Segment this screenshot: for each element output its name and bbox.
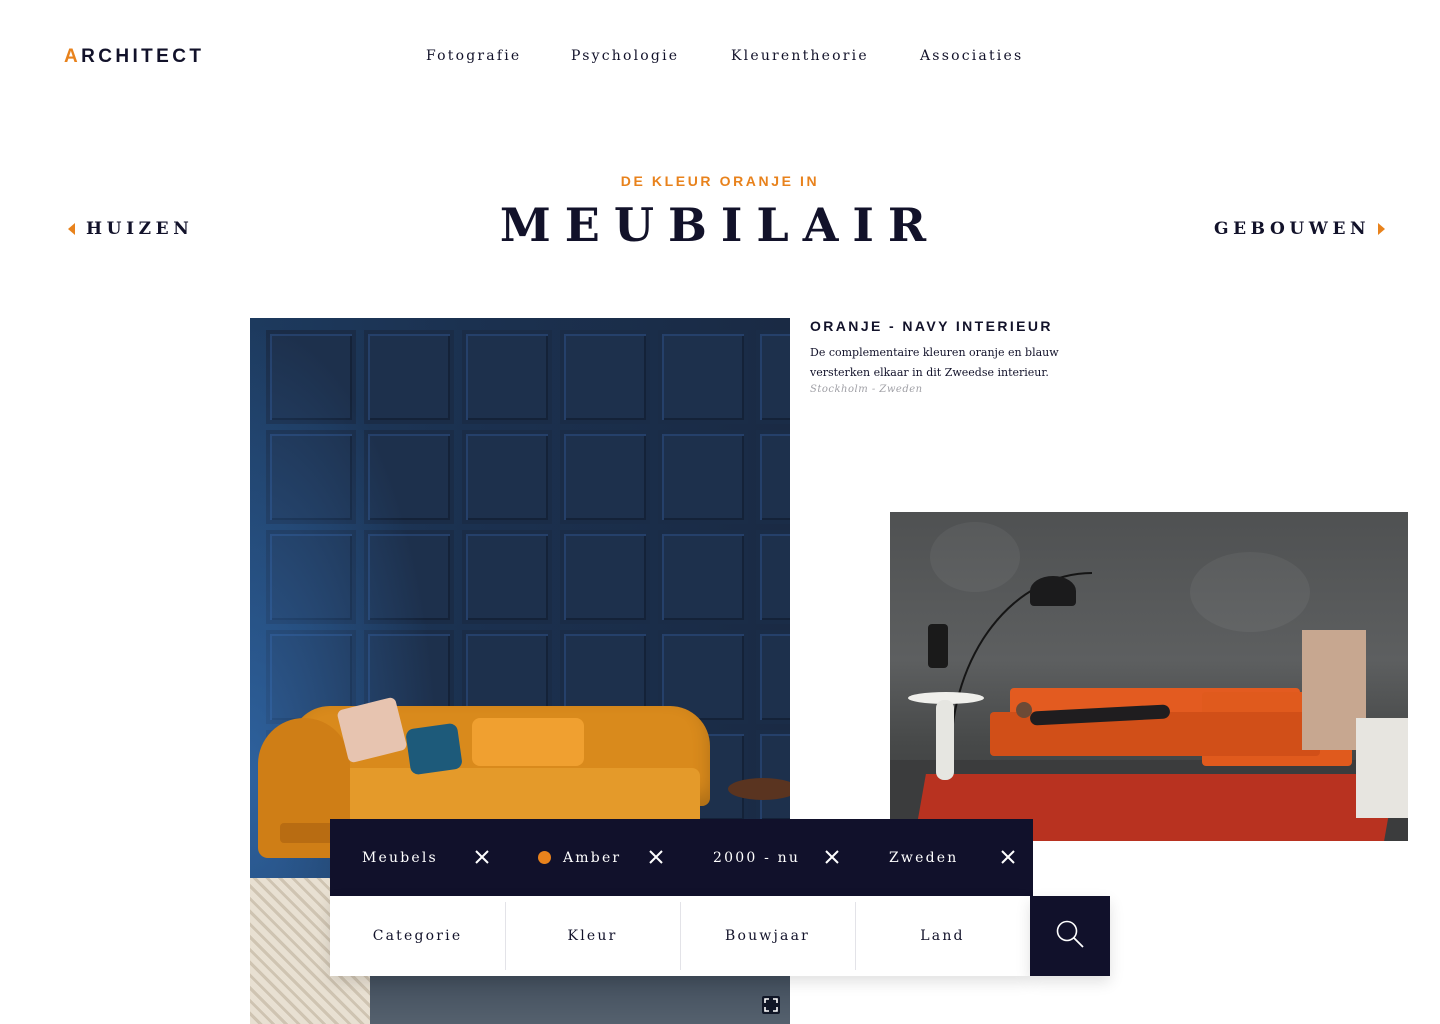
pillow	[405, 722, 463, 776]
wall-panel	[564, 334, 646, 420]
pillow	[472, 718, 584, 766]
chevron-right-icon[interactable]	[1378, 223, 1385, 235]
vase	[928, 624, 948, 668]
close-icon[interactable]	[474, 849, 490, 865]
wall-panel	[466, 334, 548, 420]
secondary-photo[interactable]	[890, 512, 1408, 841]
search-button[interactable]	[1030, 896, 1110, 976]
photo-caption-title: ORANJE - NAVY INTERIEUR	[810, 318, 1053, 334]
year-select[interactable]: Bouwjaar	[680, 896, 855, 976]
prev-category-link[interactable]: HUIZEN	[86, 219, 193, 239]
close-icon[interactable]	[824, 849, 840, 865]
wall-panel	[760, 734, 790, 820]
country-select[interactable]: Land	[855, 896, 1030, 976]
close-icon[interactable]	[1000, 849, 1016, 865]
nav-item-psychologie[interactable]: Psychologie	[571, 48, 679, 64]
wall-texture	[930, 522, 1020, 592]
wall-panel	[466, 434, 548, 520]
wall-panel	[662, 334, 744, 420]
filter-chip-year: 2000 - nu	[713, 819, 800, 896]
filter-chip-label: Zweden	[889, 849, 959, 866]
photo-caption-text: De complementaire kleuren oranje en blau…	[810, 346, 1059, 379]
wall-panel	[662, 434, 744, 520]
photo-caption-location: Stockholm - Zweden	[810, 384, 923, 395]
category-select[interactable]: Categorie	[330, 896, 505, 976]
side-table	[728, 778, 790, 800]
chevron-left-icon[interactable]	[68, 223, 75, 235]
wall-panel	[662, 534, 744, 620]
color-select[interactable]: Kleur	[505, 896, 680, 976]
color-swatch-icon	[538, 851, 551, 864]
table-stem	[936, 700, 954, 780]
person-head	[1016, 702, 1032, 718]
close-icon[interactable]	[648, 849, 664, 865]
nav-item-fotografie[interactable]: Fotografie	[426, 48, 521, 64]
expand-icon[interactable]	[762, 996, 780, 1014]
page-kicker: DE KLEUR ORANJE IN	[620, 173, 820, 189]
filter-chip-label: Amber	[563, 849, 622, 866]
wall-panel	[466, 534, 548, 620]
filter-chip-country: Zweden	[889, 819, 958, 896]
filter-chip-category: Meubels	[362, 819, 438, 896]
wall-panel	[564, 534, 646, 620]
filter-selectors: Categorie Kleur Bouwjaar Land	[330, 896, 1030, 976]
nav-item-associaties[interactable]: Associaties	[920, 48, 1023, 64]
filter-chip-label: 2000 - nu	[713, 849, 801, 866]
wall-panel	[760, 634, 790, 720]
nav-item-kleurentheorie[interactable]: Kleurentheorie	[731, 48, 869, 64]
filter-chip-color: Amber	[538, 819, 621, 896]
filter-chip-label: Meubels	[362, 849, 438, 866]
active-filters-bar: Meubels Amber 2000 - nu Zweden	[330, 819, 1033, 896]
wall-texture	[1190, 552, 1310, 632]
wall-panel	[760, 534, 790, 620]
lamp-shade	[1030, 576, 1076, 606]
wall-panel	[760, 434, 790, 520]
wall-panel	[760, 334, 790, 420]
book-stack	[1356, 718, 1408, 818]
white-side-table	[908, 662, 984, 782]
main-nav: Fotografie Psychologie Kleurentheorie As…	[0, 48, 1440, 68]
search-icon	[1055, 919, 1085, 953]
wall-panel	[564, 434, 646, 520]
next-category-link[interactable]: GEBOUWEN	[1214, 219, 1370, 239]
